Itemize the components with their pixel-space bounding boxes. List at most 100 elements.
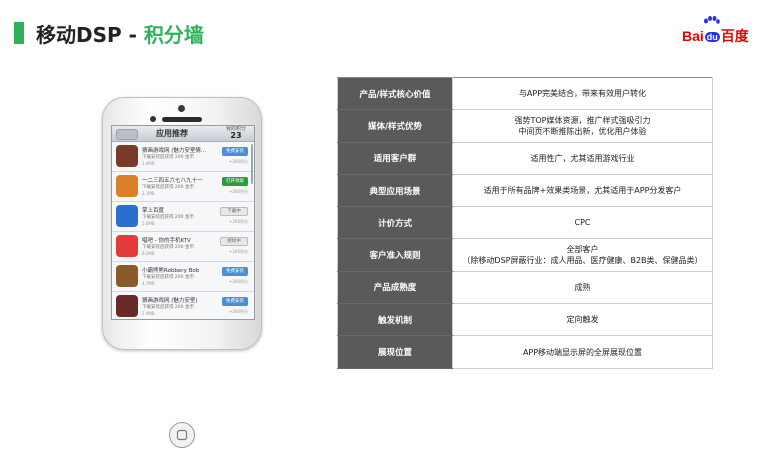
app-action-button[interactable]: 免费安装 bbox=[222, 297, 248, 306]
row-value-line: 与APP完美结合，带来有效用户转化 bbox=[518, 89, 647, 99]
app-points: +200积分 bbox=[229, 249, 248, 254]
row-label: 典型应用场景 bbox=[337, 173, 453, 208]
row-label: 触发机制 bbox=[337, 303, 453, 337]
scrollbar[interactable] bbox=[251, 144, 253, 184]
app-desc: 下载安装后获得 200 金币 bbox=[142, 245, 194, 250]
row-label: 产品/样式核心价值 bbox=[337, 76, 453, 111]
page-title-main: 移动DSP - bbox=[36, 23, 144, 47]
row-label: 客户准入规则 bbox=[337, 238, 453, 272]
table-row: 典型应用场景 适用于所有品牌+效果类场景，尤其适用于APP分发客户 bbox=[337, 173, 713, 208]
row-value: 适用性广，尤其适用游戏行业 bbox=[452, 141, 713, 175]
app-desc: 下载安装后获得 200 金币 bbox=[142, 275, 194, 280]
app-name: 猜画游戏网 (魅力安室情… bbox=[142, 148, 207, 154]
logo-text-bai: Bai bbox=[682, 28, 704, 44]
logo-text-cn: 百度 bbox=[720, 28, 749, 44]
product-info-table: 产品/样式核心价值 与APP完美结合，带来有效用户转化 媒体/样式优势 强势TOP媒体… bbox=[337, 76, 713, 369]
app-icon bbox=[116, 205, 138, 227]
row-label: 展现位置 bbox=[337, 335, 453, 369]
row-value-line: 定向触发 bbox=[566, 315, 599, 325]
screen-header: 应用推荐 我的积分 23 bbox=[112, 126, 254, 142]
row-value: 定向触发 bbox=[452, 303, 713, 337]
app-points: +200积分 bbox=[229, 219, 248, 224]
row-value: 全部客户 （除移动DSP屏蔽行业：成人用品、医疗健康、B2B类、保健品类） bbox=[452, 238, 713, 272]
app-icon bbox=[116, 265, 138, 287]
screen-title: 应用推荐 bbox=[156, 129, 188, 138]
app-action-button[interactable]: 打开领取 bbox=[222, 177, 248, 186]
table-row: 客户准入规则 全部客户 （除移动DSP屏蔽行业：成人用品、医疗健康、B2B类、保健品… bbox=[337, 238, 713, 272]
app-desc: 下载安装后获得 200 金币 bbox=[142, 155, 194, 160]
title-accent-bar bbox=[14, 22, 24, 44]
phone-screen: 应用推荐 我的积分 23 猜画游戏网 (魅力安室情… 下载安装后获得 200 金币… bbox=[111, 125, 255, 320]
app-action-button[interactable]: 继续中 bbox=[220, 237, 248, 246]
table-row: 适用客户群 适用性广，尤其适用游戏行业 bbox=[337, 141, 713, 175]
app-action-button[interactable]: 下载中 bbox=[220, 207, 248, 216]
app-name: 猜画游戏网 (魅力安室) bbox=[142, 298, 198, 304]
app-icon bbox=[116, 295, 138, 317]
app-list-item[interactable]: 一二三四五六七八九十一 下载安装后获得 200 金币 3.1MB 打开领取 +200积分 bbox=[112, 172, 254, 202]
app-size: 2.4MB bbox=[142, 161, 155, 166]
app-list-item[interactable]: 掌上百度 下载安装后获得 200 金币 5.6MB 下载中 +200积分 bbox=[112, 202, 254, 232]
logo-text-du: du bbox=[704, 32, 720, 42]
app-name: 掌上百度 bbox=[142, 208, 165, 214]
back-button[interactable] bbox=[116, 129, 138, 140]
score-value: 23 bbox=[230, 131, 242, 140]
table-row: 产品成熟度 成熟 bbox=[337, 270, 713, 305]
app-action-button[interactable]: 免费安装 bbox=[222, 147, 248, 156]
row-value-line: CPC bbox=[574, 218, 591, 228]
row-value-line: 全部客户 bbox=[566, 245, 599, 255]
baidu-logo: Bai du 百度 bbox=[682, 16, 749, 46]
app-size: 4.7MB bbox=[142, 281, 155, 286]
row-label: 适用客户群 bbox=[337, 141, 453, 175]
row-value: APP移动端显示屏的全屏展现位置 bbox=[452, 335, 713, 369]
row-value-line: （除移动DSP屏蔽行业：成人用品、医疗健康、B2B类、保健品类） bbox=[462, 256, 703, 266]
app-action-button[interactable]: 免费安装 bbox=[222, 267, 248, 276]
row-value: 与APP完美结合，带来有效用户转化 bbox=[452, 76, 713, 111]
row-value-line: 适用性广，尤其适用游戏行业 bbox=[530, 153, 635, 163]
page-title-accent: 积分墙 bbox=[143, 23, 204, 47]
app-name: 一二三四五六七八九十一 bbox=[142, 178, 203, 184]
row-value-line: 成熟 bbox=[574, 282, 591, 292]
table-row: 计价方式 CPC bbox=[337, 206, 713, 240]
row-value-line: 适用于所有品牌+效果类场景，尤其适用于APP分发客户 bbox=[483, 186, 682, 196]
app-desc: 下载安装后获得 200 金币 bbox=[142, 185, 194, 190]
app-icon bbox=[116, 145, 138, 167]
phone-speaker bbox=[162, 117, 202, 122]
table-row: 产品/样式核心价值 与APP完美结合，带来有效用户转化 bbox=[337, 76, 713, 111]
row-value: CPC bbox=[452, 206, 713, 240]
app-list-item[interactable]: 唱吧 - 你的手机KTV 下载安装后获得 200 金币 8.2MB 继续中 +200积分 bbox=[112, 232, 254, 262]
page-title: 移动DSP - 积分墙 bbox=[36, 19, 204, 48]
app-size: 8.2MB bbox=[142, 251, 155, 256]
row-value: 成熟 bbox=[452, 270, 713, 305]
app-list-item[interactable]: 小霸熊熊Robbery Bob 下载安装后获得 200 金币 4.7MB 免费安装 +2… bbox=[112, 262, 254, 292]
app-name: 小霸熊熊Robbery Bob bbox=[142, 268, 200, 274]
app-icon bbox=[116, 235, 138, 257]
table-row: 媒体/样式优势 强势TOP媒体资源，推广样式强吸引力 中间页不断推陈出新，优化用户体… bbox=[337, 109, 713, 143]
home-button-icon[interactable] bbox=[168, 421, 196, 449]
row-value: 适用于所有品牌+效果类场景，尤其适用于APP分发客户 bbox=[452, 173, 713, 208]
phone-mockup: 应用推荐 我的积分 23 猜画游戏网 (魅力安室情… 下载安装后获得 200 金币… bbox=[102, 97, 262, 448]
row-label: 计价方式 bbox=[337, 206, 453, 240]
row-label: 产品成熟度 bbox=[337, 270, 453, 305]
app-points: +200积分 bbox=[229, 309, 248, 314]
app-list: 猜画游戏网 (魅力安室情… 下载安装后获得 200 金币 2.4MB 免费安装 +200… bbox=[112, 142, 254, 319]
row-value-line: 中间页不断推陈出新，优化用户体验 bbox=[518, 126, 647, 136]
app-points: +200积分 bbox=[229, 279, 248, 284]
table-row: 展现位置 APP移动端显示屏的全屏展现位置 bbox=[337, 335, 713, 369]
app-size: 5.6MB bbox=[142, 221, 155, 226]
app-desc: 下载安装后获得 200 金币 bbox=[142, 305, 194, 310]
app-list-item[interactable]: 猜画游戏网 (魅力安室) 下载安装后获得 200 金币 2.4MB 免费安装 +200积… bbox=[112, 292, 254, 319]
app-desc: 下载安装后获得 200 金币 bbox=[142, 215, 194, 220]
phone-camera bbox=[178, 105, 185, 112]
app-points: +200积分 bbox=[229, 189, 248, 194]
app-size: 2.4MB bbox=[142, 311, 155, 316]
app-size: 3.1MB bbox=[142, 191, 155, 196]
row-value: 强势TOP媒体资源，推广样式强吸引力 中间页不断推陈出新，优化用户体验 bbox=[452, 109, 713, 143]
app-list-item[interactable]: 猜画游戏网 (魅力安室情… 下载安装后获得 200 金币 2.4MB 免费安装 +200… bbox=[112, 142, 254, 172]
app-points: +200积分 bbox=[229, 159, 248, 164]
app-icon bbox=[116, 175, 138, 197]
row-label: 媒体/样式优势 bbox=[337, 109, 453, 143]
app-name: 唱吧 - 你的手机KTV bbox=[142, 238, 191, 244]
phone-sensor bbox=[150, 116, 156, 122]
row-value-line: 强势TOP媒体资源，推广样式强吸引力 bbox=[514, 115, 651, 125]
score-box: 我的积分 23 bbox=[224, 126, 248, 140]
